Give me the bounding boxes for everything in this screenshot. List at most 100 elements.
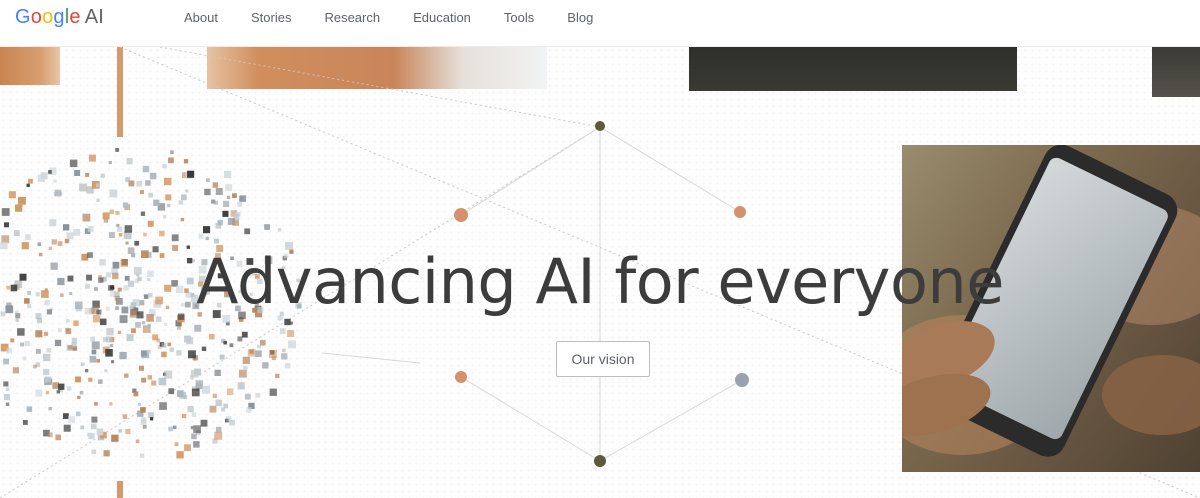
particle: [168, 426, 173, 432]
particle: [10, 338, 15, 343]
particle: [221, 407, 226, 412]
particle: [15, 204, 23, 212]
particle: [262, 362, 269, 369]
nav-tools[interactable]: Tools: [504, 10, 534, 25]
particle: [35, 330, 43, 338]
particle: [194, 324, 202, 332]
particle: [58, 383, 65, 390]
particle: [73, 229, 80, 236]
particle: [181, 194, 187, 201]
particle: [63, 224, 70, 231]
particle: [249, 349, 254, 354]
particle: [226, 195, 231, 200]
particle: [193, 441, 200, 448]
particle: [176, 451, 184, 459]
particle: [100, 173, 105, 178]
particle: [85, 369, 89, 373]
particle: [255, 393, 261, 398]
particle: [35, 389, 43, 397]
particle: [25, 234, 31, 240]
top-navigation-bar: Google AI About Stories Research Educatio…: [0, 0, 1200, 47]
particle: [153, 199, 160, 206]
particle: [264, 224, 270, 230]
particle: [148, 192, 153, 198]
particle: [223, 200, 230, 207]
particle: [26, 406, 33, 412]
particle: [91, 341, 100, 350]
particle: [126, 158, 133, 165]
logo-ai: AI: [84, 6, 105, 28]
google-ai-logo[interactable]: Google AI: [15, 6, 104, 29]
particle: [237, 336, 243, 342]
particle: [6, 347, 13, 354]
particle: [141, 377, 147, 383]
particle: [46, 348, 51, 353]
particle: [64, 238, 70, 244]
particle: [178, 200, 184, 205]
particle: [182, 413, 187, 419]
particle: [183, 395, 188, 400]
particle: [48, 170, 52, 174]
particle: [82, 213, 91, 222]
particle: [125, 177, 131, 183]
particle: [238, 369, 247, 378]
particle: [8, 191, 16, 199]
particle: [138, 365, 144, 371]
particle: [122, 414, 128, 419]
particle: [4, 222, 9, 228]
particle: [85, 172, 90, 177]
network-line: [460, 376, 601, 462]
particle: [156, 338, 161, 343]
particle: [105, 349, 113, 357]
particle: [226, 388, 234, 395]
particle: [187, 406, 194, 413]
particle: [45, 376, 51, 383]
particle: [145, 180, 151, 186]
particle: [241, 331, 248, 338]
particle: [26, 183, 30, 187]
particle: [203, 226, 211, 234]
particle: [44, 331, 49, 336]
particle: [102, 336, 109, 343]
particle: [87, 226, 94, 232]
particle: [215, 223, 222, 229]
particle: [71, 337, 77, 343]
particle: [229, 343, 234, 348]
particle: [54, 189, 62, 197]
particle: [90, 423, 97, 430]
particle: [51, 239, 57, 245]
particle: [269, 388, 277, 396]
particle: [159, 402, 167, 410]
particle: [109, 402, 113, 406]
particle: [109, 189, 118, 198]
nav-education[interactable]: Education: [413, 10, 471, 25]
particle: [124, 373, 129, 378]
particle: [88, 154, 96, 162]
particle: [36, 317, 42, 323]
particle: [201, 346, 207, 351]
our-vision-button[interactable]: Our vision: [556, 341, 650, 377]
particle: [109, 343, 114, 348]
particle: [173, 425, 177, 430]
particle: [214, 369, 221, 376]
nav-stories[interactable]: Stories: [251, 10, 291, 25]
particle: [204, 188, 211, 196]
particle: [279, 328, 286, 334]
particle: [226, 416, 232, 422]
nav-research[interactable]: Research: [324, 10, 380, 25]
particle: [282, 348, 286, 353]
nav-about[interactable]: About: [184, 10, 218, 25]
particle: [214, 431, 223, 440]
particle: [79, 183, 87, 192]
particle: [227, 218, 235, 225]
particle: [54, 339, 62, 347]
particle: [96, 428, 104, 436]
particle: [200, 419, 208, 427]
particle: [209, 333, 215, 340]
particle: [244, 228, 251, 235]
particle: [239, 195, 247, 202]
particle: [80, 425, 85, 430]
particle: [68, 416, 76, 424]
nav-blog[interactable]: Blog: [567, 10, 593, 25]
particle: [106, 328, 114, 336]
